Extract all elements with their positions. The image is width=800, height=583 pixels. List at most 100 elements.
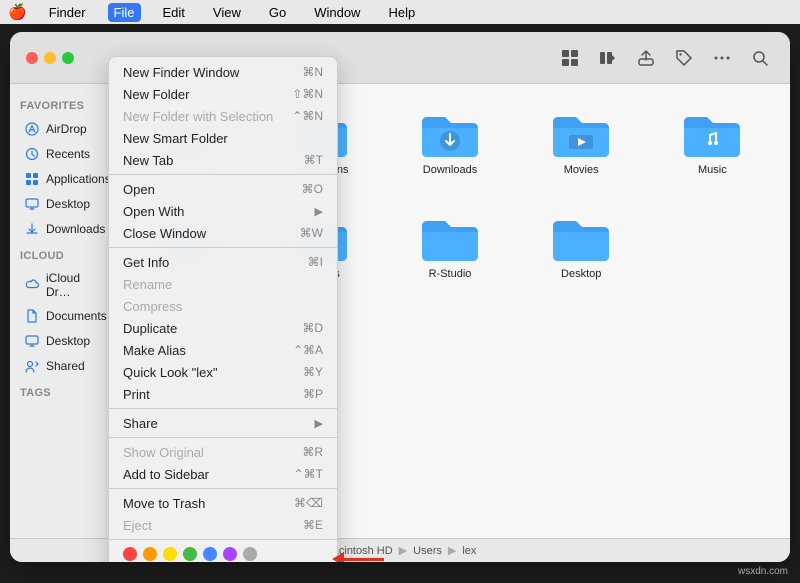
sidebar-item-icloud-desktop[interactable]: Desktop [14,329,105,353]
folder-music[interactable]: Music [651,100,774,196]
menu-label-make-alias: Make Alias [123,343,186,358]
sidebar-section-icloud: iCloud [10,242,109,266]
shortcut-new-folder: ⇧⌘N [292,87,323,101]
color-tag-purple[interactable] [223,547,237,561]
sidebar-item-documents[interactable]: Documents [14,304,105,328]
sidebar-item-desktop[interactable]: Desktop [14,192,105,216]
menu-label-add-to-sidebar: Add to Sidebar [123,467,209,482]
sidebar-label-airdrop: AirDrop [46,122,87,136]
arrow-line [344,558,384,561]
color-tag-green[interactable] [183,547,197,561]
menu-duplicate[interactable]: Duplicate ⌘D [109,317,337,339]
shortcut-quick-look: ⌘Y [303,365,323,379]
menu-add-to-sidebar[interactable]: Add to Sidebar ⌃⌘T [109,463,337,485]
menu-get-info[interactable]: Get Info ⌘I [109,251,337,273]
menu-sep-1 [109,174,337,175]
more-icon[interactable] [708,44,736,72]
menu-quick-look[interactable]: Quick Look "lex" ⌘Y [109,361,337,383]
share-arrow: ▶ [315,417,323,430]
folder-desktop[interactable]: Desktop [520,204,643,288]
color-tag-red[interactable] [123,547,137,561]
maximize-button[interactable] [62,52,74,64]
open-with-arrow: ▶ [315,205,323,218]
sidebar-label-shared: Shared [46,359,85,373]
sidebar-item-airdrop[interactable]: AirDrop [14,117,105,141]
sidebar-item-shared[interactable]: Shared [14,354,105,378]
finder-window: Favorites AirDrop Recents [10,32,790,562]
folder-label-music: Music [698,164,727,176]
sidebar-item-applications[interactable]: Applications [14,167,105,191]
folder-movies[interactable]: Movies [520,100,643,196]
sidebar-item-downloads[interactable]: Downloads [14,217,105,241]
menubar-finder[interactable]: Finder [43,3,92,22]
color-tag-gray[interactable] [243,547,257,561]
view-grid-icon[interactable] [556,44,584,72]
menubar-window[interactable]: Window [308,3,366,22]
color-tag-orange[interactable] [143,547,157,561]
applications-icon [24,171,40,187]
downloads-icon [24,221,40,237]
view-columns-icon[interactable] [594,44,622,72]
menu-label-open: Open [123,182,155,197]
shortcut-new-finder-window: ⌘N [302,65,323,79]
menu-sep-6 [109,539,337,540]
menubar-go[interactable]: Go [263,3,292,22]
watermark: wsxdn.com [738,566,788,577]
sidebar-item-icloud-drive[interactable]: iCloud Dr… [14,267,105,303]
menu-label-new-folder: New Folder [123,87,189,102]
menu-open-with[interactable]: Open With ▶ [109,200,337,222]
color-tag-yellow[interactable] [163,547,177,561]
tag-icon[interactable] [670,44,698,72]
shortcut-print: ⌘P [303,387,323,401]
menu-label-share: Share [123,416,158,431]
shortcut-duplicate: ⌘D [302,321,323,335]
menubar-view[interactable]: View [207,3,247,22]
menu-open[interactable]: Open ⌘O [109,178,337,200]
menubar-edit[interactable]: Edit [157,3,191,22]
sidebar-item-recents[interactable]: Recents [14,142,105,166]
search-icon[interactable] [746,44,774,72]
sidebar-section-favorites: Favorites [10,92,109,116]
menu-sep-4 [109,437,337,438]
sidebar-section-tags: Tags [10,379,109,403]
menu-new-tab[interactable]: New Tab ⌘T [109,149,337,171]
menu-sep-2 [109,247,337,248]
menu-share[interactable]: Share ▶ [109,412,337,434]
menu-label-close-window: Close Window [123,226,206,241]
menu-label-compress: Compress [123,299,182,314]
menu-show-original: Show Original ⌘R [109,441,337,463]
shortcut-make-alias: ⌃⌘A [293,343,323,357]
folder-label-rstudio: R-Studio [429,268,472,280]
menubar-help[interactable]: Help [382,3,421,22]
menu-print[interactable]: Print ⌘P [109,383,337,405]
menu-label-new-smart-folder: New Smart Folder [123,131,228,146]
menu-new-smart-folder[interactable]: New Smart Folder [109,127,337,149]
shortcut-get-info: ⌘I [308,255,323,269]
close-button[interactable] [26,52,38,64]
folder-icon-desktop [549,212,613,264]
folder-downloads[interactable]: Downloads [388,100,511,196]
folder-icon-downloads [418,108,482,160]
toolbar-icons [556,44,774,72]
sidebar-label-recents: Recents [46,147,90,161]
documents-icon [24,308,40,324]
menu-label-eject: Eject [123,518,152,533]
sidebar-label-icloud-desktop: Desktop [46,334,90,348]
apple-menu[interactable]: 🍎 [8,3,27,21]
share-icon[interactable] [632,44,660,72]
menu-new-folder[interactable]: New Folder ⇧⌘N [109,83,337,105]
recents-icon [24,146,40,162]
menu-sep-5 [109,488,337,489]
menu-sep-3 [109,408,337,409]
menu-label-get-info: Get Info [123,255,169,270]
color-tag-blue[interactable] [203,547,217,561]
menu-new-finder-window[interactable]: New Finder Window ⌘N [109,61,337,83]
sidebar-label-applications: Applications [46,172,110,186]
menu-close-window[interactable]: Close Window ⌘W [109,222,337,244]
menubar-file[interactable]: File [108,3,141,22]
folder-rstudio[interactable]: R-Studio [388,204,511,288]
menu-move-to-trash[interactable]: Move to Trash ⌘⌫ [109,492,337,514]
menubar: 🍎 Finder File Edit View Go Window Help [0,0,800,24]
minimize-button[interactable] [44,52,56,64]
menu-make-alias[interactable]: Make Alias ⌃⌘A [109,339,337,361]
